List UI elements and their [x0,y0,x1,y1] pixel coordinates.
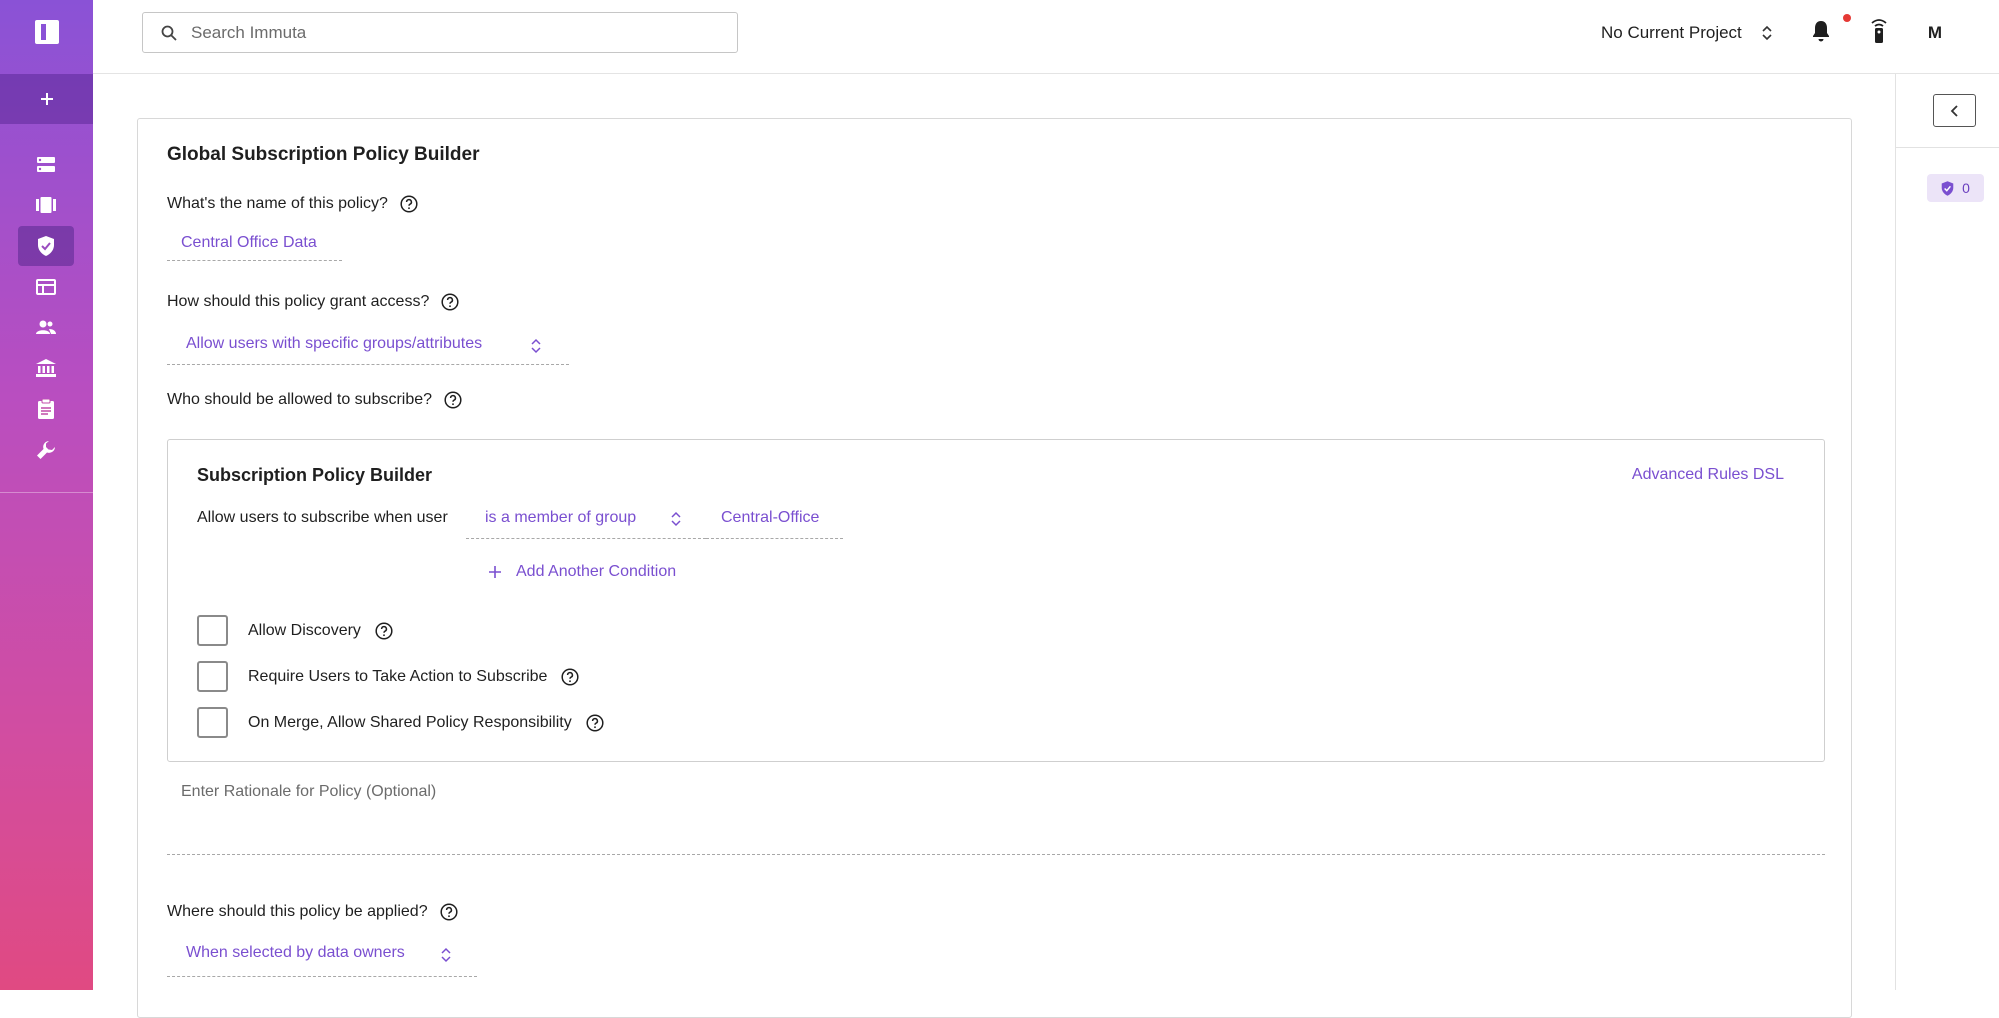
where-applied-question: Where should this policy be applied? [167,903,458,921]
shared-responsibility-label: On Merge, Allow Shared Policy Responsibi… [248,713,572,731]
sidebar-item-data-sources[interactable] [18,145,74,185]
help-icon[interactable] [586,713,604,732]
plus-icon [40,93,53,105]
project-selector-label: No Current Project [1601,23,1742,42]
shield-check-icon [38,236,54,256]
condition-operator-value: is a member of group [485,509,637,526]
add-condition-button[interactable]: Add Another Condition [488,563,676,581]
clipboard-icon [38,399,54,419]
create-button[interactable] [0,74,93,124]
sidebar-item-governance[interactable] [18,348,74,388]
search-input[interactable] [191,22,691,43]
table-icon [36,279,56,295]
up-down-chevron-icon [531,338,541,354]
rationale-field[interactable] [167,769,1825,855]
shared-responsibility-checkbox[interactable] [197,707,228,738]
help-icon[interactable] [375,621,393,640]
grant-access-value: Allow users with specific groups/attribu… [186,335,483,352]
builder-title: Subscription Policy Builder [197,465,433,485]
sidebar-divider [0,492,93,493]
plus-icon [489,566,501,578]
page-title: Global Subscription Policy Builder [167,144,480,165]
grant-access-question-label: How should this policy grant access? [167,293,430,310]
sidebar-item-people[interactable] [18,307,74,347]
policy-count-badge[interactable]: 0 [1927,174,1984,202]
remote-icon [1871,19,1887,43]
server-stack-icon [37,157,55,172]
allow-discovery-label: Allow Discovery [248,621,361,639]
require-action-label: Require Users to Take Action to Subscrib… [248,667,548,685]
sidebar-item-app-settings[interactable] [18,430,74,470]
grant-access-question: How should this policy grant access? [167,293,459,311]
subscription-policy-builder: Subscription Policy Builder Advanced Rul… [167,439,1825,762]
help-icon[interactable] [561,667,579,686]
policy-name-question-label: What's the name of this policy? [167,195,388,212]
remote-control-button[interactable] [1869,18,1889,49]
shield-check-icon [1941,180,1954,196]
notifications-button[interactable] [1812,20,1830,47]
where-applied-question-label: Where should this policy be applied? [167,903,428,920]
user-avatar[interactable]: M [1920,18,1950,48]
search-box[interactable] [142,12,738,53]
condition-group-field[interactable]: Central-Office [706,498,843,539]
rationale-textarea[interactable] [167,769,1825,854]
who-subscribe-question: Who should be allowed to subscribe? [167,391,462,409]
help-icon[interactable] [441,293,459,311]
allow-discovery-row: Allow Discovery [197,615,393,646]
sidebar-item-projects[interactable] [18,185,74,225]
people-icon [36,320,56,334]
help-icon[interactable] [444,391,462,409]
search-icon [161,25,177,41]
help-icon[interactable] [440,903,458,921]
add-condition-label: Add Another Condition [516,563,677,580]
condition-prefix: Allow users to subscribe when user [197,509,448,526]
policy-name-question: What's the name of this policy? [167,195,418,213]
policy-builder-card: Global Subscription Policy Builder What'… [137,118,1852,1018]
policy-name-value: Central Office Data [181,234,317,251]
where-applied-value: When selected by data owners [186,944,405,961]
help-icon[interactable] [400,195,418,213]
up-down-chevron-icon [441,947,451,963]
notification-dot [1843,14,1851,22]
require-action-row: Require Users to Take Action to Subscrib… [197,661,579,692]
briefcase-icon [36,197,56,213]
sidebar-item-policies[interactable] [18,226,74,266]
where-applied-select[interactable]: When selected by data owners [167,932,477,977]
up-down-chevron-icon [671,511,681,527]
policy-count: 0 [1962,180,1970,196]
policy-name-field[interactable]: Central Office Data [167,225,342,261]
bell-icon [1813,21,1829,42]
bank-icon [36,359,56,377]
condition-group-value: Central-Office [721,509,820,526]
sidebar [0,0,93,990]
require-action-checkbox[interactable] [197,661,228,692]
allow-discovery-checkbox[interactable] [197,615,228,646]
sidebar-item-audit[interactable] [18,389,74,429]
wrench-icon [37,441,55,459]
chevron-left-icon [1950,104,1958,117]
sidebar-item-queries[interactable] [18,267,74,307]
advanced-rules-dsl-link[interactable]: Advanced Rules DSL [1632,466,1784,484]
immuta-logo-icon[interactable] [0,0,93,64]
condition-operator-select[interactable]: is a member of group [466,498,706,539]
up-down-chevron-icon [1762,25,1772,41]
shared-responsibility-row: On Merge, Allow Shared Policy Responsibi… [197,707,604,738]
project-selector[interactable]: No Current Project [1601,21,1772,45]
collapse-panel-button[interactable] [1933,94,1976,127]
who-subscribe-question-label: Who should be allowed to subscribe? [167,391,433,408]
top-bar: No Current Project [93,0,1999,74]
right-panel-header [1896,74,1999,148]
grant-access-select[interactable]: Allow users with specific groups/attribu… [167,324,569,365]
right-panel: 0 [1895,74,1999,990]
